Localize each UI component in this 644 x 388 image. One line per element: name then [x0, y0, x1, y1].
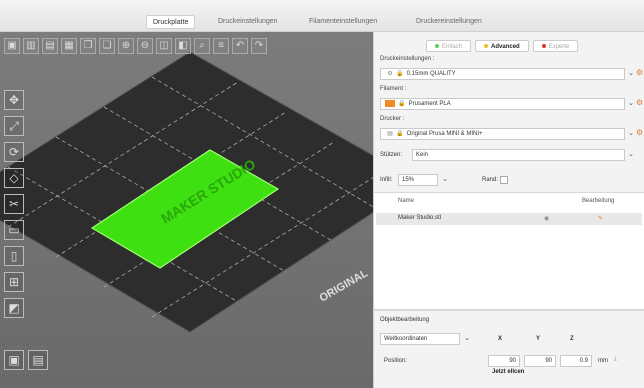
brim-checkbox[interactable] [500, 176, 508, 184]
unit-label: mm [598, 358, 608, 364]
filament-select[interactable]: 🔒 Prusament PLA [380, 98, 625, 110]
mode-switch: Einfach Advanced Experte [426, 40, 579, 52]
delete-all-icon[interactable]: ▤ [42, 38, 58, 54]
lock-icon: 🔒 [398, 101, 406, 107]
mode-simple-label: Einfach [442, 44, 463, 50]
delete-icon[interactable]: ▥ [23, 38, 39, 54]
printer-edit-icon[interactable]: ⚙ [636, 128, 643, 137]
object-edit-panel: Objektbearbeitung Weltkoordinaten ⌄ X Y … [374, 310, 644, 388]
undo-icon[interactable]: ↶ [232, 38, 248, 54]
scale-icon[interactable]: ⤢ [4, 116, 24, 136]
tab-druckeinstellungen[interactable]: Druckeinstellungen [212, 15, 284, 29]
search-icon[interactable]: ⌕ [194, 38, 210, 54]
apply-button[interactable]: Jetzt ellcen [492, 369, 524, 375]
position-label: Position: [384, 358, 408, 364]
chevron-down-icon[interactable]: ⌄ [626, 149, 636, 161]
tab-druckereinstellungen[interactable]: Druckereinstellungen [410, 15, 488, 29]
bed-brand-text: ORIGINAL [318, 267, 371, 304]
filament-value: Prusament PLA [408, 101, 451, 107]
fdm-supports-icon[interactable]: ⊞ [4, 272, 24, 292]
axis-y-label: Y [536, 336, 541, 342]
filament-label: Filament : [380, 86, 407, 92]
view-cube-icon[interactable]: ◩ [4, 298, 24, 318]
support-select[interactable]: Kein [412, 149, 625, 161]
lock-icon: 🔒 [396, 131, 404, 137]
print-settings-select[interactable]: ⚙ 🔒 0.15mm QUALITY [380, 68, 625, 80]
top-toolbar: ▣ ▥ ▤ ▦ ❐ ❏ ⊕ ⊖ ◫ ◧ ⌕ ≡ ↶ ↷ [4, 38, 267, 60]
settings-edit-icon[interactable]: ⚙ [636, 68, 643, 77]
infill-label: Infill: [380, 177, 393, 183]
coords-value: Weltkoordinaten [384, 336, 428, 342]
brim-label: Rand: [482, 177, 499, 183]
col-edit-header: Bearbeitung [582, 198, 615, 204]
layer-view-icon[interactable]: ▣ [4, 350, 24, 370]
chevron-down-icon[interactable]: ⌄ [626, 128, 636, 140]
object-name: Maker Studio.stl [398, 215, 442, 221]
printer-label: Drucker : [380, 116, 405, 122]
cut-icon[interactable]: ✂ [4, 194, 24, 214]
copy-icon[interactable]: ❐ [80, 38, 96, 54]
position-y-input[interactable]: 90 [524, 355, 556, 367]
tab-bar: Druckplatte Druckeinstellungen Filamente… [0, 0, 644, 32]
position-z-input[interactable]: 0.9 [560, 355, 592, 367]
lock-icon: 🔒 [396, 71, 404, 77]
redo-icon[interactable]: ↷ [251, 38, 267, 54]
plater-viewport[interactable]: MAKER STUDIO ORIGINAL ▣ ▥ ▤ ▦ ❐ ❏ ⊕ ⊖ ◫ … [0, 32, 373, 388]
split-objects-icon[interactable]: ◫ [156, 38, 172, 54]
preview-icon[interactable]: ▤ [28, 350, 48, 370]
chevron-down-icon[interactable]: ⌄ [626, 98, 636, 110]
seam-paint-icon[interactable]: ▯ [4, 246, 24, 266]
printer-value: Original Prusa MINI & MINI+ [406, 131, 483, 137]
axis-z-label: Z [570, 336, 574, 342]
chevron-down-icon[interactable]: ⌄ [440, 174, 450, 186]
chevron-down-icon[interactable]: ⌄ [462, 333, 472, 345]
support-label: Stützen: [380, 152, 403, 158]
print-settings-label: Druckeinstellungen : [380, 56, 435, 62]
mode-expert-button[interactable]: Experte [532, 40, 579, 52]
app-window: Druckplatte Druckeinstellungen Filamente… [0, 0, 644, 388]
object-list: Name Bearbeitung Maker Studio.stl ◉ ✎ [374, 192, 644, 310]
rotate-icon[interactable]: ⟳ [4, 142, 24, 162]
support-paint-icon[interactable]: ▭ [4, 220, 24, 240]
printer-select[interactable]: ▤ 🔒 Original Prusa MINI & MINI+ [380, 128, 625, 140]
arrange-icon[interactable]: ▦ [61, 38, 77, 54]
infill-value: 15% [402, 177, 415, 183]
coords-select[interactable]: Weltkoordinaten [380, 333, 460, 345]
print-settings-value: 0.15mm QUALITY [406, 71, 456, 77]
filament-edit-icon[interactable]: ⚙ [636, 98, 643, 107]
tab-filamenteinstellungen[interactable]: Filamenteinstellungen [303, 15, 383, 29]
axis-x-label: X [498, 336, 503, 342]
mode-advanced-button[interactable]: Advanced [475, 40, 529, 52]
place-on-face-icon[interactable]: ◇ [4, 168, 24, 188]
drop-to-bed-icon[interactable]: ⤓ [614, 356, 617, 363]
bed-canvas: MAKER STUDIO ORIGINAL [0, 51, 373, 333]
left-toolbar: ✥ ⤢ ⟳ ◇ ✂ ▭ ▯ ⊞ ◩ [4, 90, 30, 318]
edit-icon[interactable]: ✎ [598, 215, 603, 222]
eye-icon[interactable]: ◉ [544, 215, 549, 222]
split-parts-icon[interactable]: ◧ [175, 38, 191, 54]
mode-expert-label: Experte [548, 44, 570, 50]
add-icon[interactable]: ▣ [4, 38, 20, 54]
table-row[interactable]: Maker Studio.stl ◉ ✎ [376, 213, 642, 225]
move-icon[interactable]: ✥ [4, 90, 24, 110]
chevron-down-icon[interactable]: ⌄ [626, 68, 636, 80]
mode-simple-button[interactable]: Einfach [426, 40, 472, 52]
infill-select[interactable]: 15% [398, 174, 438, 186]
layers-icon[interactable]: ≡ [213, 38, 229, 54]
position-x-input[interactable]: 90 [488, 355, 520, 367]
settings-panel: Einfach Advanced Experte Druckeinstellun… [373, 32, 644, 388]
remove-instance-icon[interactable]: ⊖ [137, 38, 153, 54]
gear-icon: ⚙ [387, 71, 393, 77]
add-instance-icon[interactable]: ⊕ [118, 38, 134, 54]
filament-color-swatch [385, 99, 395, 107]
mode-advanced-label: Advanced [491, 44, 520, 50]
object-edit-title: Objektbearbeitung [380, 317, 430, 323]
paste-icon[interactable]: ❏ [99, 38, 115, 54]
col-name-header: Name [398, 198, 415, 204]
printer-icon: ▤ [387, 131, 393, 137]
tab-druckplatte[interactable]: Druckplatte [146, 15, 196, 29]
support-value: Kein [416, 152, 429, 158]
